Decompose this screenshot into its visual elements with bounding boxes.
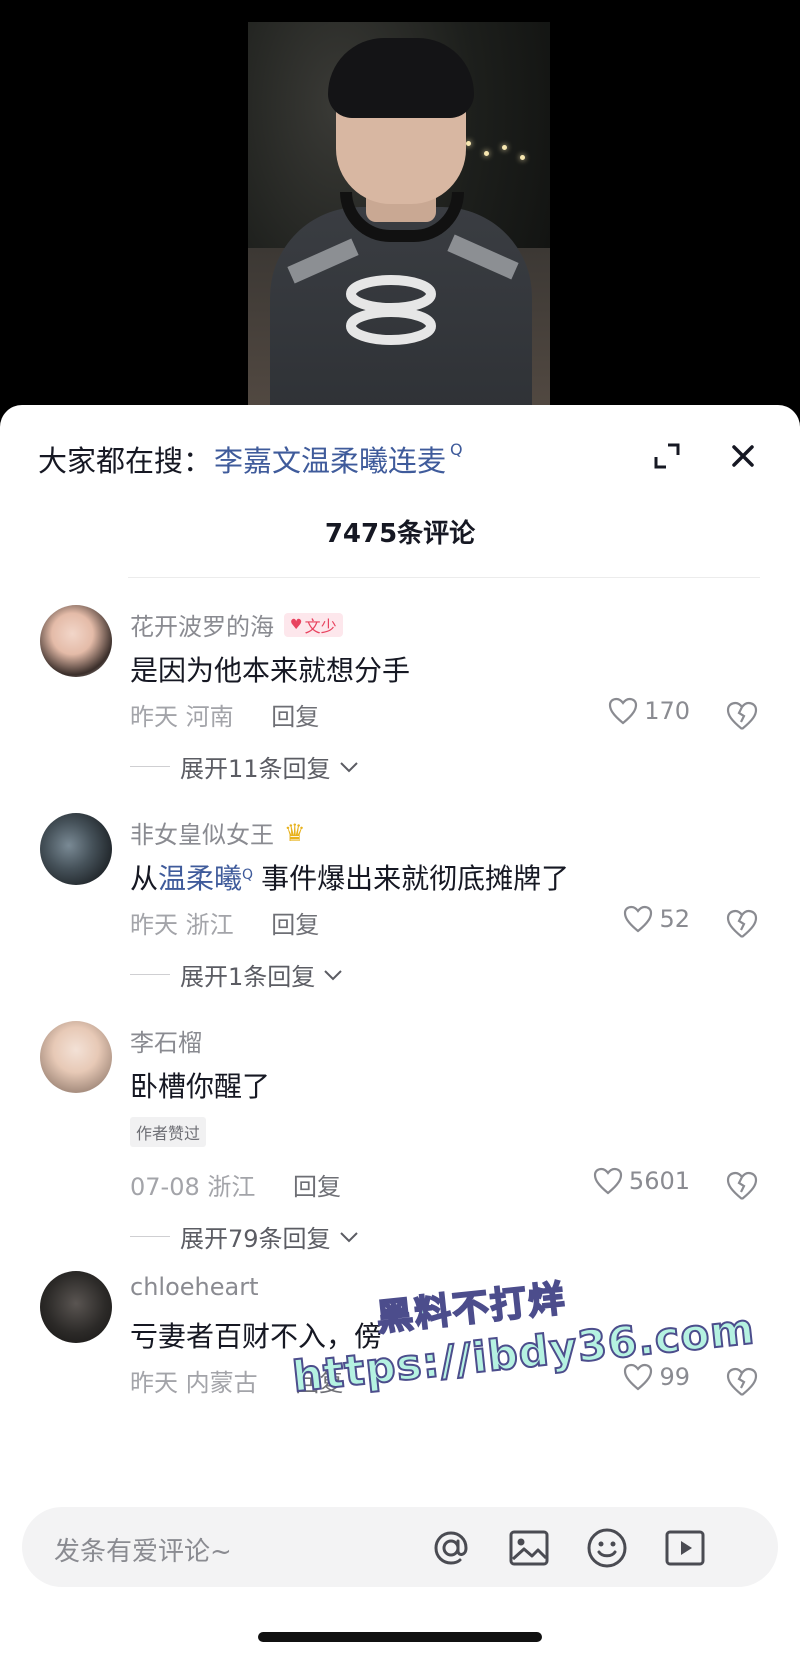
comment-text[interactable]: 是因为他本来就想分手 — [130, 649, 410, 689]
shirt-logo — [346, 275, 436, 345]
expand-replies[interactable]: 展开11条回复 — [130, 749, 359, 784]
comment-meta: 昨天 内蒙古 回复 — [130, 1363, 343, 1398]
trending-search-term[interactable]: 李嘉文温柔曦连麦 — [214, 438, 446, 480]
fan-badge: ♥ 文少 — [284, 612, 343, 637]
comment-time: 昨天 — [130, 911, 178, 939]
heart-badge-icon: ♥ — [290, 616, 303, 633]
comment-text-pre: 从 — [130, 862, 159, 895]
emoji-icon[interactable] — [584, 1525, 630, 1571]
expand-replies-label: 展开1条回复 — [180, 963, 316, 991]
heart-icon — [624, 905, 653, 933]
crown-icon: ♛ — [284, 818, 306, 847]
avatar[interactable] — [40, 813, 112, 885]
video-reply-icon[interactable] — [662, 1525, 708, 1571]
username-text: 李石榴 — [130, 1029, 202, 1057]
chevron-down-icon — [324, 969, 342, 980]
heart-icon — [593, 1167, 623, 1195]
comment-location: 浙江 — [207, 1173, 256, 1201]
expand-replies[interactable]: 展开79条回复 — [130, 1219, 359, 1254]
home-indicator[interactable] — [258, 1632, 542, 1642]
username-text: 花开波罗的海 — [130, 613, 274, 641]
expand-replies-label: 展开11条回复 — [180, 755, 331, 783]
reply-button[interactable]: 回复 — [295, 1369, 343, 1397]
expand-replies-label: 展开79条回复 — [180, 1225, 331, 1253]
expand-replies[interactable]: 展开1条回复 — [130, 957, 343, 992]
comment-location: 浙江 — [185, 911, 234, 939]
like-button[interactable]: 5601 — [593, 1167, 690, 1195]
username-text: chloeheart — [130, 1273, 259, 1301]
like-count: 5601 — [628, 1167, 690, 1195]
comment-text[interactable]: 亏妻者百财不入，傍 — [130, 1315, 382, 1355]
comment-time: 昨天 — [130, 703, 178, 731]
comment-meta: 昨天 河南 回复 — [130, 697, 319, 732]
comment-search-link[interactable]: 温柔曦 — [158, 862, 242, 895]
comment-input-placeholder: 发条有爱评论~ — [54, 1537, 232, 1567]
comment-meta: 昨天 浙江 回复 — [130, 905, 319, 940]
like-button[interactable]: 52 — [623, 905, 690, 933]
expand-icon[interactable] — [652, 441, 682, 471]
comment-input[interactable]: 发条有爱评论~ — [22, 1507, 778, 1587]
chevron-down-icon — [339, 1231, 358, 1242]
trending-search-prefix: 大家都在搜： — [38, 444, 213, 478]
comment-text[interactable]: 卧槽你醒了 — [130, 1065, 270, 1105]
badge-text: 文少 — [304, 616, 337, 636]
comment-username[interactable]: 非女皇似女王 ♛ — [130, 815, 306, 850]
username-text: 非女皇似女王 — [130, 821, 274, 849]
broken-heart-icon[interactable] — [725, 1365, 759, 1399]
broken-heart-icon[interactable] — [725, 699, 759, 733]
avatar[interactable] — [40, 1271, 112, 1343]
trending-search[interactable]: 大家都在搜： 李嘉文温柔曦连麦 Q — [38, 435, 658, 483]
reply-button[interactable]: 回复 — [293, 1173, 341, 1201]
like-count: 99 — [659, 1363, 690, 1391]
search-icon: Q — [242, 867, 254, 883]
avatar[interactable] — [40, 1021, 112, 1093]
comment-time: 昨天 — [130, 1369, 178, 1397]
comment-location: 内蒙古 — [185, 1369, 258, 1397]
comment-location: 河南 — [185, 703, 234, 731]
mention-icon[interactable] — [428, 1525, 474, 1571]
search-icon: Q — [450, 439, 463, 459]
like-count: 52 — [659, 905, 690, 933]
comment-text-post: 事件爆出来就彻底摊牌了 — [261, 862, 570, 895]
comment-username[interactable]: 花开波罗的海 ♥ 文少 — [130, 607, 343, 642]
reply-button[interactable]: 回复 — [271, 911, 319, 939]
author-liked-tag: 作者赞过 — [130, 1117, 207, 1147]
like-count: 170 — [644, 697, 690, 725]
avatar[interactable] — [40, 605, 112, 677]
comment-time: 07-08 — [130, 1173, 200, 1201]
close-icon[interactable] — [726, 439, 760, 473]
reply-button[interactable]: 回复 — [271, 703, 319, 731]
comment-text[interactable]: 从温柔曦Q 事件爆出来就彻底摊牌了 — [130, 857, 569, 897]
heart-icon — [624, 1363, 653, 1391]
video-player[interactable] — [0, 0, 800, 440]
chevron-down-icon — [339, 761, 358, 772]
comment-sheet: 大家都在搜： 李嘉文温柔曦连麦 Q 7475条评论 花开波罗的海 ♥ 文少 是因为… — [0, 405, 800, 1659]
image-icon[interactable] — [506, 1525, 552, 1571]
broken-heart-icon[interactable] — [725, 1169, 759, 1203]
broken-heart-icon[interactable] — [725, 907, 759, 941]
comment-count: 7475条评论 — [324, 519, 476, 549]
comment-meta: 07-08 浙江 回复 — [130, 1167, 341, 1202]
comment-username[interactable]: 李石榴 — [130, 1023, 202, 1058]
like-button[interactable]: 170 — [608, 697, 690, 725]
like-button[interactable]: 99 — [623, 1363, 690, 1391]
comment-username[interactable]: chloeheart — [130, 1273, 258, 1301]
heart-icon — [609, 697, 638, 725]
divider — [128, 577, 760, 578]
video-frame[interactable] — [248, 22, 550, 440]
